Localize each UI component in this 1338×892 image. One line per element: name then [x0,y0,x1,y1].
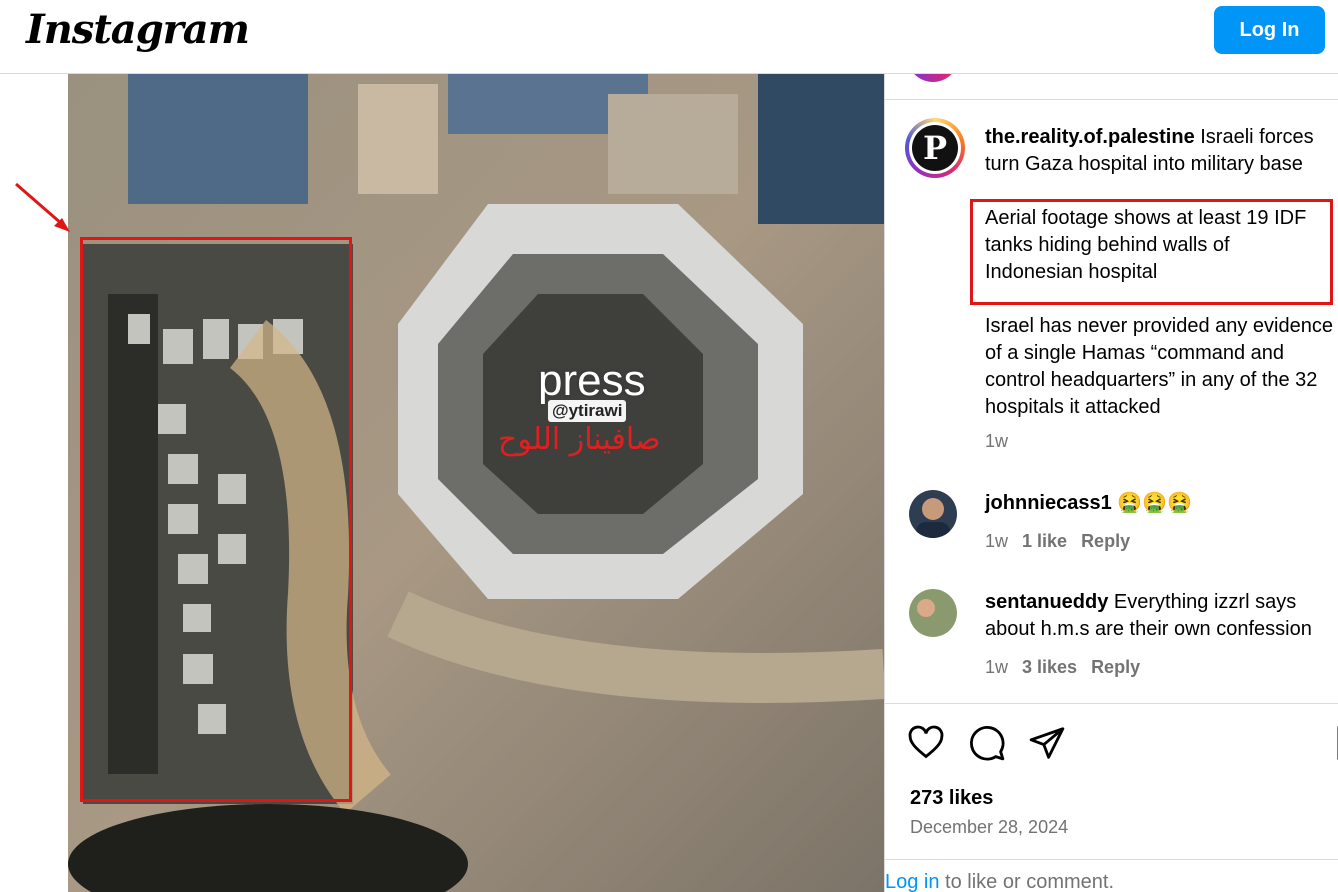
comment-username[interactable]: johnniecass1 [985,492,1112,514]
watermark-handle: @ytirawi [548,400,627,422]
comment: sentanueddy Everything izzrl says about … [985,589,1335,643]
comment-age: 1w [985,657,1009,677]
bookmark-icon[interactable] [1331,724,1338,762]
reply-button[interactable]: Reply [1091,657,1140,677]
caption-body: Israel has never provided any evidence o… [985,315,1333,418]
caption-age: 1w [985,431,1009,451]
header-avatar[interactable] [907,74,959,82]
divider [885,703,1338,704]
comment-icon[interactable] [968,724,1006,762]
login-prompt-text: to like or comment. [939,871,1115,892]
comment-age: 1w [985,531,1009,551]
caption-header: the.reality.of.palestine Israeli forces … [985,124,1335,178]
commenter-avatar[interactable] [909,589,957,637]
heart-icon[interactable] [907,724,945,762]
top-header: Instagram Log In [0,0,1338,74]
annotation-box-tanks [80,237,352,802]
author-username[interactable]: the.reality.of.palestine [985,126,1195,148]
watermark-arabic: صافيناز اللوح [498,422,661,457]
annotation-arrow-icon [15,182,70,232]
watermark-press: press [538,356,646,405]
like-count[interactable]: 273 likes [910,787,993,810]
comment: johnniecass1 🤮🤮🤮 [985,490,1335,517]
caption-highlight: Aerial footage shows at least 19 IDF tan… [985,207,1307,283]
comment-likes[interactable]: 1 like [1022,531,1067,551]
author-avatar[interactable]: P [905,118,965,178]
comment-likes[interactable]: 3 likes [1022,657,1077,677]
comment-username[interactable]: sentanueddy [985,591,1108,613]
login-button[interactable]: Log In [1214,6,1325,54]
commenter-avatar[interactable] [909,490,957,538]
login-link[interactable]: Log in [885,871,940,892]
login-prompt: Log in to like or comment. [885,871,1114,892]
post-sidebar: P the.reality.of.palestine Israeli force… [884,74,1338,892]
reply-button[interactable]: Reply [1081,531,1130,551]
share-icon[interactable] [1028,724,1066,762]
divider [885,99,1338,100]
instagram-logo[interactable]: Instagram [26,6,250,53]
comment-meta: 1w 3 likes Reply [985,657,1140,678]
author-logo-icon: P [912,125,958,171]
post-date: December 28, 2024 [910,817,1069,837]
comment-text: 🤮🤮🤮 [1117,492,1192,514]
divider [885,859,1338,860]
comment-meta: 1w 1 like Reply [985,531,1130,552]
